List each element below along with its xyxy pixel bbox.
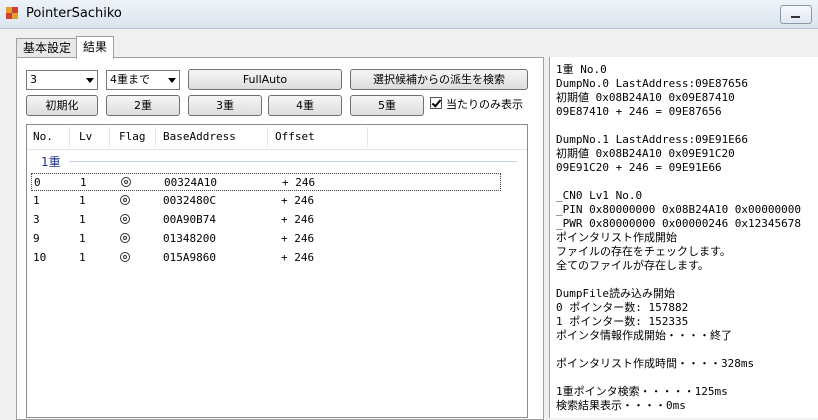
target-icon — [121, 177, 131, 187]
row-base-address: 0032480C — [163, 194, 216, 207]
log-line: 0 ポインター数: 157882 — [556, 301, 689, 314]
log-line: DumpFile読み込み開始 — [556, 287, 675, 300]
row-offset: + 246 — [282, 176, 316, 189]
log-line: ファイルの存在をチェックします。 — [556, 245, 731, 258]
row-base-address: 015A9860 — [163, 251, 216, 264]
log-line: 初期値 0x08B24A10 0x09E87410 — [556, 91, 735, 104]
target-icon — [120, 214, 130, 224]
init-button[interactable]: 初期化 — [26, 95, 98, 116]
log-line: 1重ポインタ検索・・・・・125ms — [556, 385, 728, 398]
chevron-down-icon — [168, 78, 176, 83]
log-line: 初期値 0x08B24A10 0x09E91C20 — [556, 147, 735, 160]
table-row[interactable]: 3 1 00A90B74 + 246 — [31, 211, 501, 229]
row-base-address: 01348200 — [163, 232, 216, 245]
log-line: DumpNo.0 LastAddress:09E87656 — [556, 77, 749, 90]
log-line: 全てのファイルが存在します。 — [556, 259, 709, 272]
log-line: 検索結果表示・・・・0ms — [556, 399, 686, 412]
column-no[interactable]: No. — [33, 130, 53, 143]
fullauto-button[interactable]: FullAuto — [188, 69, 342, 90]
chevron-down-icon — [86, 78, 94, 83]
search-derived-button[interactable]: 選択候補からの派生を検索 — [350, 69, 528, 90]
depth-combo-value: 4重まで — [110, 73, 150, 86]
column-separator[interactable] — [155, 127, 156, 147]
row-lv: 1 — [79, 194, 86, 207]
column-offset[interactable]: Offset — [275, 130, 315, 143]
log-line: _CN0 Lv1 No.0 — [556, 189, 643, 202]
target-icon — [120, 195, 130, 205]
window-title: PointerSachiko — [26, 6, 122, 21]
row-no: 1 — [33, 194, 40, 207]
log-line: 1 ポインター数: 152335 — [556, 315, 689, 328]
log-output[interactable]: 1重 No.0 DumpNo.0 LastAddress:09E87656 初期… — [549, 57, 818, 418]
column-separator[interactable] — [267, 127, 268, 147]
row-offset: + 246 — [281, 251, 315, 264]
level-combo[interactable]: 3 — [26, 70, 98, 90]
depth-combo[interactable]: 4重まで — [106, 70, 180, 90]
tab-basic-settings[interactable]: 基本設定 — [16, 38, 79, 58]
group-divider — [69, 161, 517, 162]
level4-button[interactable]: 4重 — [268, 95, 342, 116]
row-offset: + 246 — [281, 194, 315, 207]
log-line: 1重 No.0 — [556, 63, 607, 76]
hits-only-label: 当たりのみ表示 — [446, 98, 523, 111]
row-lv: 1 — [79, 213, 86, 226]
minimize-button[interactable] — [780, 5, 812, 24]
row-lv: 1 — [80, 176, 87, 189]
column-separator[interactable] — [367, 127, 368, 147]
row-base-address: 00A90B74 — [163, 213, 216, 226]
column-separator[interactable] — [109, 127, 110, 147]
log-line: 09E91C20 + 246 = 09E91E66 — [556, 161, 722, 174]
level3-button[interactable]: 3重 — [188, 95, 262, 116]
level5-button[interactable]: 5重 — [350, 95, 424, 116]
log-line: DumpNo.1 LastAddress:09E91E66 — [556, 133, 749, 146]
table-row[interactable]: 0 1 00324A10 + 246 — [31, 173, 501, 191]
table-row[interactable]: 9 1 01348200 + 246 — [31, 230, 501, 248]
log-line: _PWR 0x80000000 0x00000246 0x12345678 — [556, 217, 802, 230]
title-bar: PointerSachiko — [0, 0, 818, 29]
row-no: 10 — [33, 251, 47, 264]
listview-header: No. Lv Flag BaseAddress Offset — [27, 125, 527, 150]
row-lv: 1 — [79, 251, 86, 264]
hits-only-checkbox[interactable] — [430, 97, 442, 109]
target-icon — [120, 233, 130, 243]
log-line: ポインタ情報作成開始・・・・終了 — [556, 329, 732, 342]
column-separator[interactable] — [69, 127, 70, 147]
row-no: 0 — [34, 176, 41, 189]
target-icon — [120, 252, 130, 262]
tab-results[interactable]: 結果 — [76, 36, 115, 59]
log-line: ポインタリスト作成時間・・・・328ms — [556, 357, 755, 370]
level-combo-value: 3 — [30, 73, 37, 86]
log-line: ポインタリスト作成開始 — [556, 231, 677, 244]
log-line: 09E87410 + 246 = 09E87656 — [556, 105, 722, 118]
app-icon — [6, 7, 18, 19]
row-lv: 1 — [79, 232, 86, 245]
column-base-address[interactable]: BaseAddress — [163, 130, 236, 143]
results-listview[interactable]: No. Lv Flag BaseAddress Offset 1重 0 1 00… — [26, 124, 528, 418]
row-no: 3 — [33, 213, 40, 226]
row-offset: + 246 — [281, 232, 315, 245]
log-line: _PIN 0x80000000 0x08B24A10 0x00000000 — [556, 203, 802, 216]
row-no: 9 — [33, 232, 40, 245]
level2-button[interactable]: 2重 — [106, 95, 180, 116]
table-row[interactable]: 1 1 0032480C + 246 — [31, 192, 501, 210]
column-flag[interactable]: Flag — [119, 130, 146, 143]
group-header-1: 1重 — [41, 155, 61, 169]
row-offset: + 246 — [281, 213, 315, 226]
row-base-address: 00324A10 — [164, 176, 217, 189]
table-row[interactable]: 10 1 015A9860 + 246 — [31, 249, 501, 267]
column-lv[interactable]: Lv — [79, 130, 92, 143]
